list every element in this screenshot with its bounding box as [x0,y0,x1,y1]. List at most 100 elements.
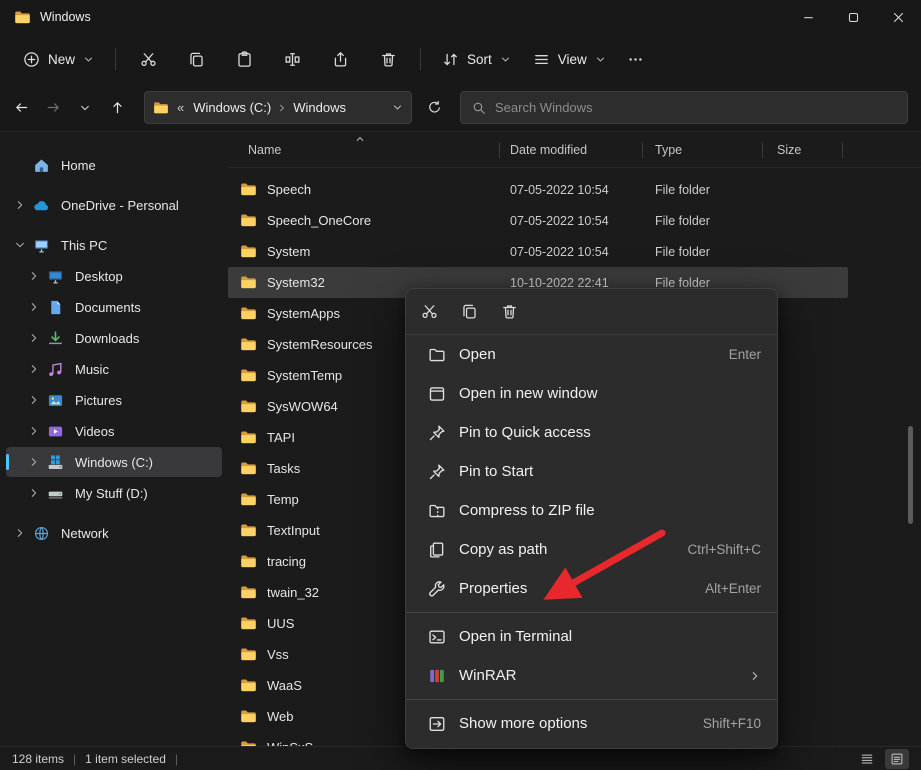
view-toggles [855,748,909,769]
column-label: Type [655,142,683,157]
breadcrumb-overflow[interactable]: « [177,100,184,115]
sort-button[interactable]: Sort [431,43,522,76]
column-headers: Name Date modified Type Size [228,132,921,168]
close-button[interactable] [876,0,921,34]
chevron-right-icon[interactable] [28,301,40,313]
menu-item-open-in-terminal[interactable]: Open in Terminal [406,617,777,656]
sidebar-item-label: OneDrive - Personal [61,197,179,213]
menu-item-open-in-new-window[interactable]: Open in new window [406,374,777,413]
chevron-right-icon[interactable] [28,363,40,375]
menu-item-show-more-options[interactable]: Show more options Shift+F10 [406,704,777,743]
arrow-right-icon [46,100,61,115]
folder-icon [240,553,257,570]
share-button[interactable] [318,41,362,77]
delete-button[interactable] [492,296,526,328]
copy-button[interactable] [174,41,218,77]
cut-button[interactable] [126,41,170,77]
breadcrumb-item[interactable]: Windows (C:) [188,98,276,117]
file-name-cell: System [228,243,500,260]
large-icons-view-button[interactable] [885,748,909,769]
chevron-down-icon [83,54,94,65]
file-name: UUS [267,616,295,631]
sidebar-item-documents[interactable]: Documents [6,292,222,322]
chevron-down-icon[interactable] [14,239,26,251]
copy-button[interactable] [452,296,486,328]
menu-item-pin-to-quick-access[interactable]: Pin to Quick access [406,413,777,452]
sidebar-item-desktop[interactable]: Desktop [6,261,222,291]
chevron-right-icon[interactable] [28,394,40,406]
file-row-system[interactable]: System 07-05-2022 10:54 File folder [228,236,848,267]
menu-item-winrar[interactable]: WinRAR [406,656,777,695]
forward-button[interactable] [38,93,68,123]
folder-icon [240,336,257,353]
new-button[interactable]: New [12,43,105,76]
refresh-button[interactable] [418,93,450,123]
sidebar-item-home[interactable]: Home [6,150,222,180]
cut-button[interactable] [412,296,446,328]
column-header-date-modified[interactable]: Date modified [500,132,643,167]
chevron-right-icon[interactable] [28,270,40,282]
file-type: File folder [655,244,710,259]
sidebar-item-videos[interactable]: Videos [6,416,222,446]
delete-button[interactable] [366,41,410,77]
menu-item-pin-to-start[interactable]: Pin to Start [406,452,777,491]
folder-icon [240,429,257,446]
chevron-right-icon [14,159,26,171]
sidebar-item-music[interactable]: Music [6,354,222,384]
recent-locations-button[interactable] [70,93,100,123]
view-button[interactable]: View [522,43,617,76]
sidebar-item-network[interactable]: Network [6,518,222,548]
menu-item-copy-as-path[interactable]: Copy as path Ctrl+Shift+C [406,530,777,569]
vertical-scrollbar-thumb[interactable] [908,426,913,524]
minimize-button[interactable] [786,0,831,34]
search-bar [460,91,908,124]
sidebar-item-downloads[interactable]: Downloads [6,323,222,353]
sidebar-item-my-stuff-d[interactable]: My Stuff (D:) [6,478,222,508]
breadcrumb-item[interactable]: Windows [288,98,351,117]
drive-windows-icon [47,454,64,471]
sidebar-item-this-pc[interactable]: This PC [6,230,222,260]
chevron-right-icon[interactable] [14,199,26,211]
file-name: Speech_OneCore [267,213,372,228]
status-bar: 128 items | 1 item selected | [0,746,921,770]
plus-circle-icon [23,51,40,68]
file-name: SystemTemp [267,368,343,383]
file-row-speech-onecore[interactable]: Speech_OneCore 07-05-2022 10:54 File folde… [228,205,848,236]
sidebar-item-label: Desktop [75,268,123,284]
chevron-right-icon[interactable] [28,487,40,499]
sidebar-item-label: Videos [75,423,115,439]
sidebar-item-pictures[interactable]: Pictures [6,385,222,415]
search-input[interactable] [495,100,896,115]
folder-open-icon [428,346,446,364]
download-icon [47,330,64,347]
menu-item-properties[interactable]: Properties Alt+Enter [406,569,777,608]
rename-button[interactable] [270,41,314,77]
back-button[interactable] [6,93,36,123]
sidebar-item-label: Downloads [75,330,140,346]
search-icon [472,101,486,115]
column-header-size[interactable]: Size [763,132,843,167]
folder-icon [240,739,257,746]
up-button[interactable] [102,93,132,123]
menu-item-label: Compress to ZIP file [459,502,595,519]
menu-item-open[interactable]: Open Enter [406,335,777,374]
paste-button[interactable] [222,41,266,77]
address-bar[interactable]: « Windows (C:) Windows [144,91,412,124]
maximize-button[interactable] [831,0,876,34]
more-toolbar-button[interactable] [617,41,655,77]
sidebar-item-onedrive-personal[interactable]: OneDrive - Personal [6,190,222,220]
column-header-name[interactable]: Name [228,132,500,167]
chevron-right-icon[interactable] [28,425,40,437]
chevron-right-icon[interactable] [14,527,26,539]
column-header-type[interactable]: Type [643,132,763,167]
details-view-button[interactable] [855,749,879,769]
menu-item-compress-to-zip-file[interactable]: Compress to ZIP file [406,491,777,530]
scissors-icon [421,303,438,320]
sidebar-item-windows-c[interactable]: Windows (C:) [6,447,222,477]
file-row-speech[interactable]: Speech 07-05-2022 10:54 File folder [228,174,848,205]
chevron-right-icon[interactable] [28,332,40,344]
context-menu-quick-actions [406,289,777,335]
sort-ascending-icon [354,133,366,145]
address-dropdown-icon[interactable] [392,102,403,113]
chevron-right-icon[interactable] [28,456,40,468]
